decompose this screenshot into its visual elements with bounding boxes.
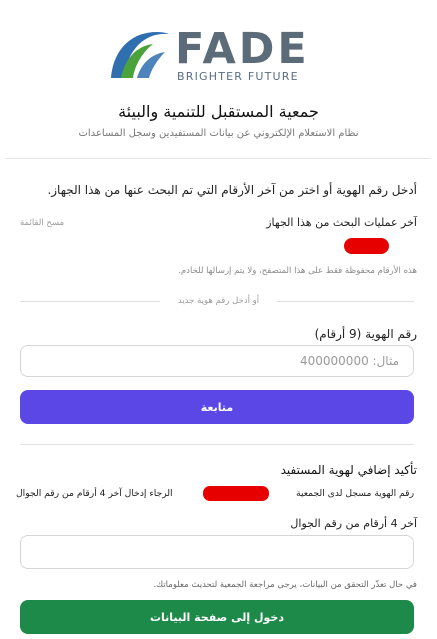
page-title: جمعية المستقبل للتنمية والبيئة xyxy=(118,102,319,121)
phone-digits-label: آخر 4 أرقام من رقم الجوال xyxy=(290,517,417,530)
brand-logo: FADE BRIGHTER FUTURE xyxy=(107,24,332,84)
help-note: في حال تعذّر التحقق من البيانات، يرجى مر… xyxy=(153,580,417,590)
clear-list-link[interactable]: مسح القائمة xyxy=(20,218,64,228)
recent-searches-title: آخر عمليات البحث من هذا الجهاز xyxy=(266,216,417,229)
confirm-text-start: رقم الهوية مسجل لدى الجمعية xyxy=(296,488,414,499)
recent-search-chip-redacted[interactable] xyxy=(344,238,389,254)
redacted-id xyxy=(203,486,269,501)
page-subtitle: نظام الاستعلام الإلكتروني عن بيانات المس… xyxy=(78,128,359,139)
phone-digits-input[interactable] xyxy=(21,536,413,568)
confirm-title: تأكيد إضافي لهوية المستفيد xyxy=(280,463,417,477)
id-field-label: رقم الهوية (9 أرقام) xyxy=(314,327,417,341)
id-input-wrapper xyxy=(20,345,414,377)
privacy-note: هذه الأرقام محفوظة فقط على هذا المتصفح، … xyxy=(178,266,417,276)
phone-input-wrapper xyxy=(20,535,414,569)
section-separator xyxy=(20,444,414,445)
id-input[interactable] xyxy=(21,346,413,376)
continue-button[interactable]: متابعة xyxy=(20,390,414,424)
enter-data-page-button[interactable]: دخول إلى صفحة البيانات xyxy=(20,600,414,634)
logo-wordmark: FADE xyxy=(175,24,310,74)
logo-tagline: BRIGHTER FUTURE xyxy=(177,70,299,83)
logo-mark-icon xyxy=(111,32,169,78)
divider-text: أو أدخل رقم هوية جديد xyxy=(177,296,260,306)
confirm-text-end: الرجاء إدخال آخر 4 أرقام من رقم الجوال xyxy=(16,488,173,499)
lookup-instruction: أدخل رقم الهوية أو اختر من آخر الأرقام ا… xyxy=(47,183,417,197)
